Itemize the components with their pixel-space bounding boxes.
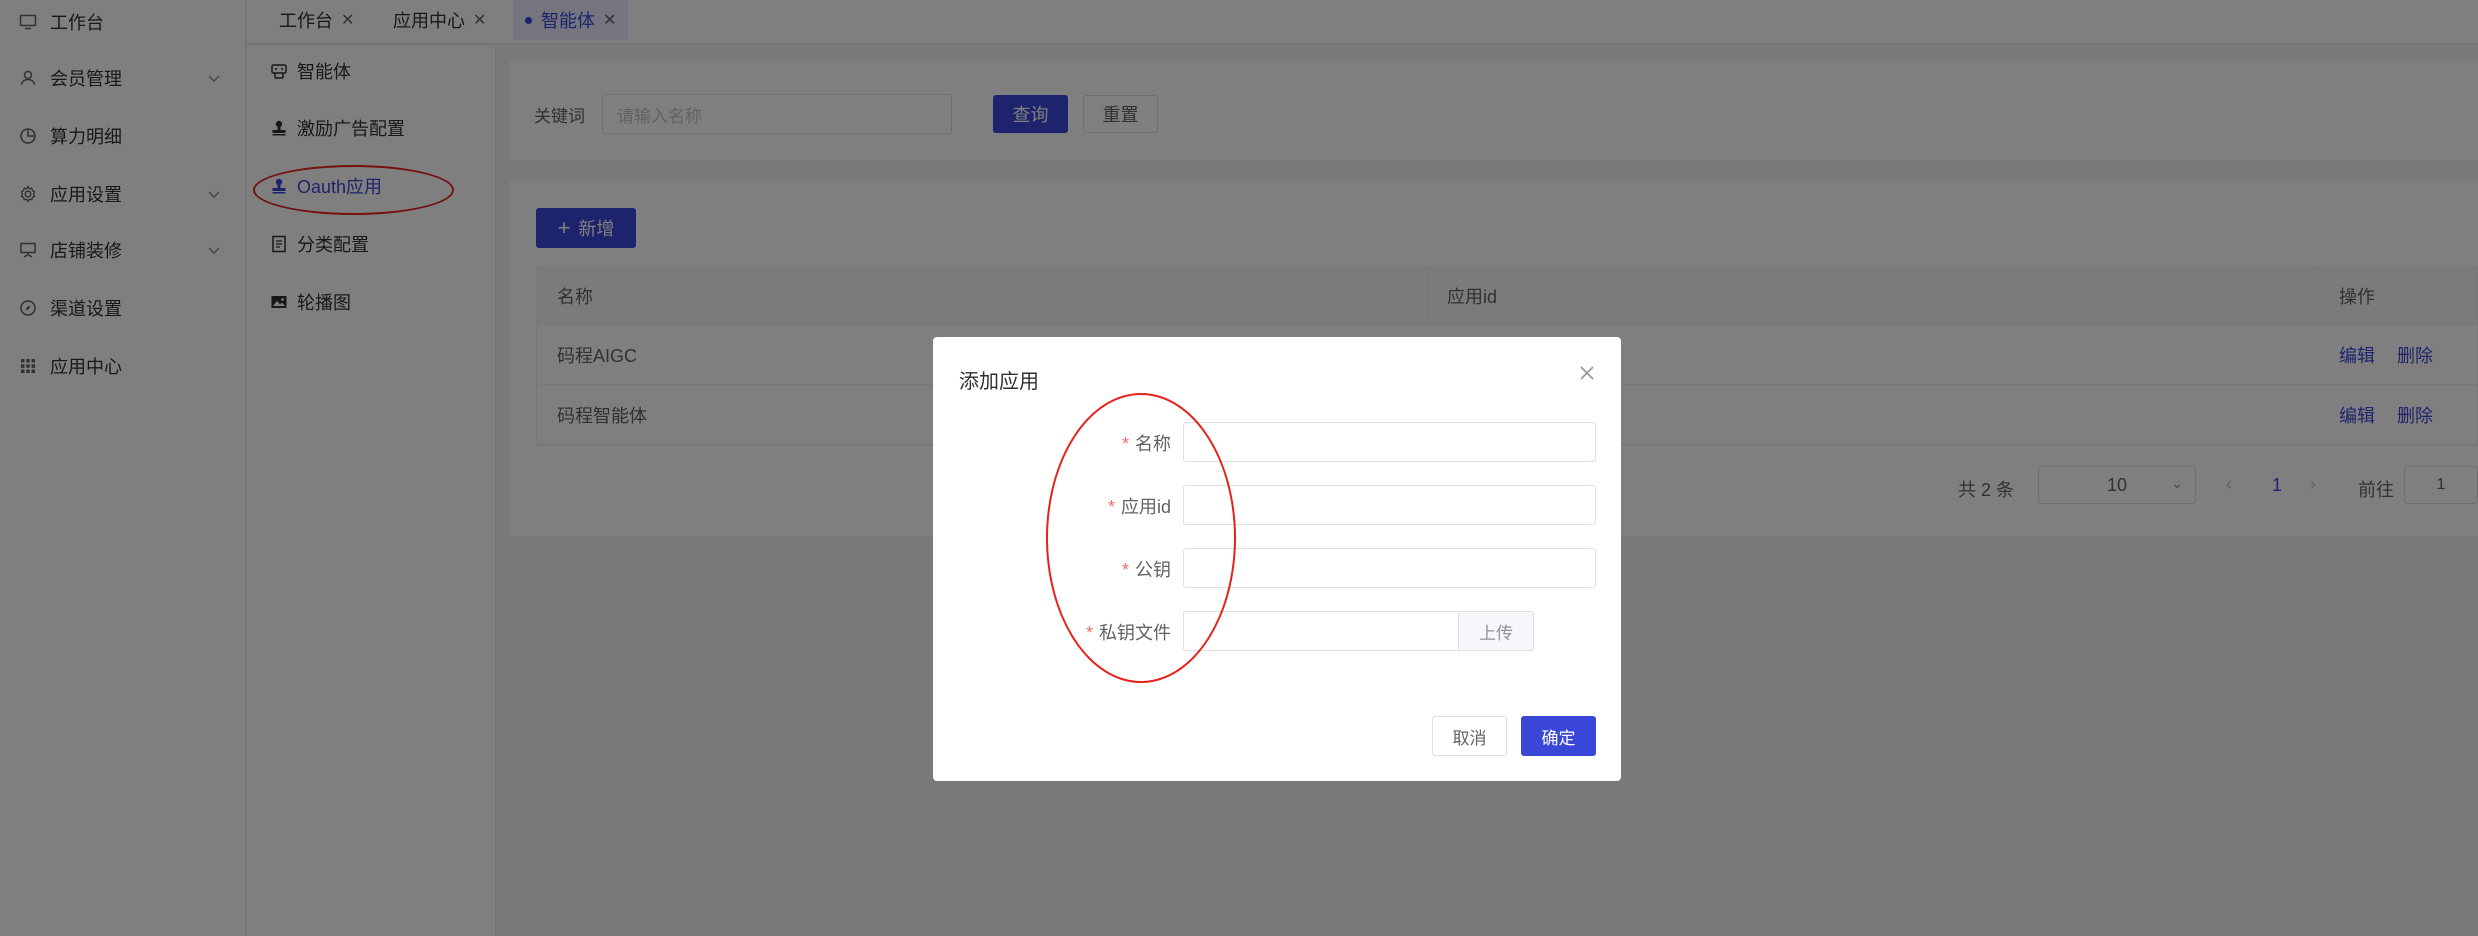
form-row-name: * 名称	[933, 422, 1621, 462]
app-id-input[interactable]	[1183, 485, 1596, 525]
annotation-circle	[1046, 393, 1236, 683]
confirm-button[interactable]: 确定	[1521, 716, 1596, 756]
cancel-button[interactable]: 取消	[1432, 716, 1507, 756]
name-input[interactable]	[1183, 422, 1596, 462]
dialog-title: 添加应用	[959, 371, 1039, 393]
upload-button[interactable]: 上传	[1459, 611, 1534, 651]
public-key-input[interactable]	[1183, 548, 1596, 588]
close-icon[interactable]	[1575, 361, 1599, 385]
add-app-dialog: 添加应用 * 名称 * 应用id * 公钥 * 私钥文件 上传 取消 确定	[933, 337, 1621, 781]
form-row-private-key-file: * 私钥文件 上传	[933, 611, 1621, 651]
private-key-file-input[interactable]	[1183, 611, 1459, 651]
form-row-app-id: * 应用id	[933, 485, 1621, 525]
form-row-public-key: * 公钥	[933, 548, 1621, 588]
